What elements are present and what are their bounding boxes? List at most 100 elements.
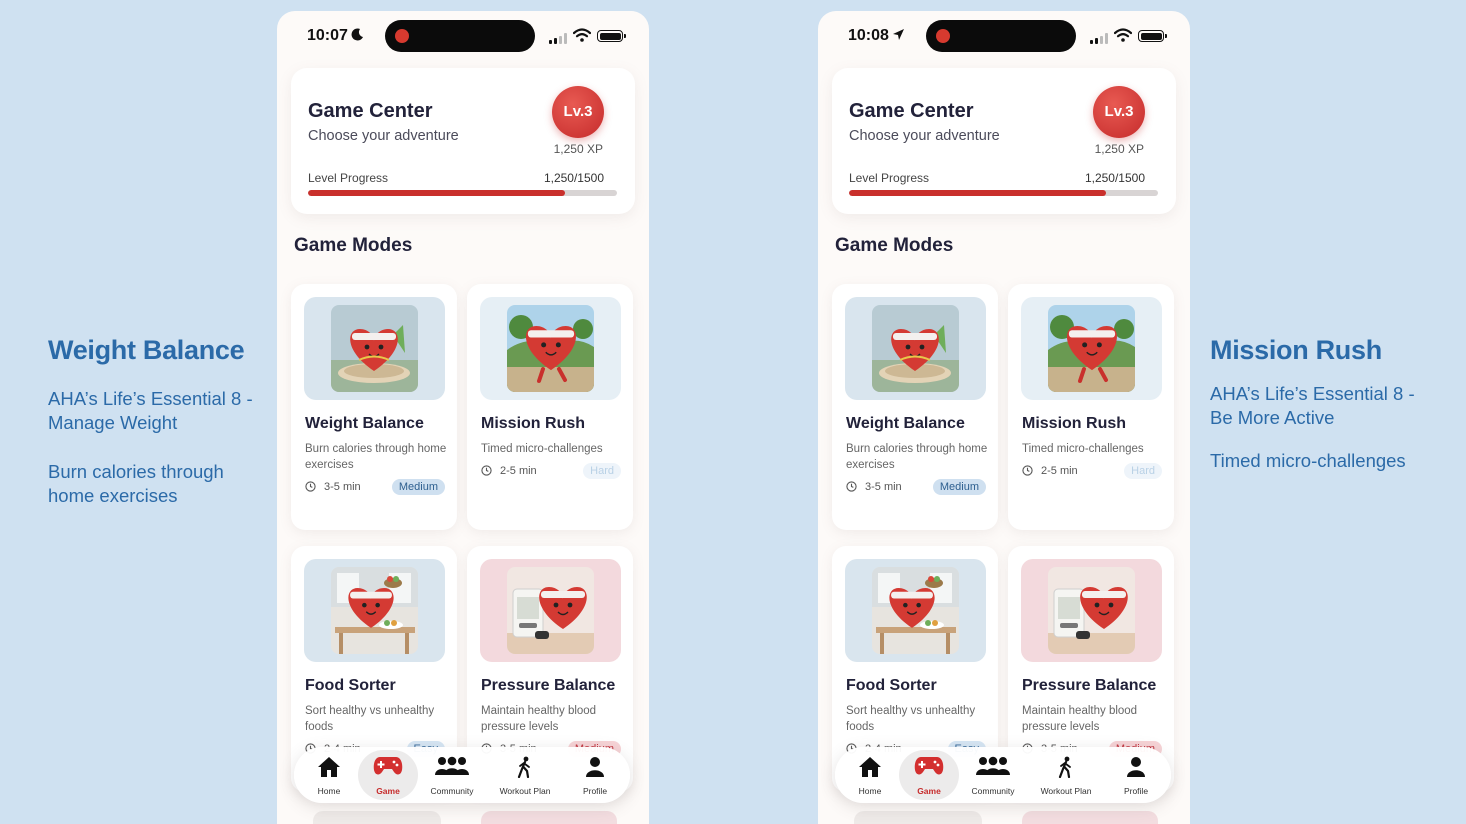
phone-screen-left: 10:07 Game Center Choose your adventure …: [277, 11, 649, 824]
recording-dot-icon: [395, 29, 409, 43]
game-mode-meta: 3-5 min Medium: [846, 479, 986, 497]
nav-community[interactable]: Community: [963, 747, 1023, 803]
level-badge: Lv.3: [552, 86, 604, 138]
game-mode-card[interactable]: Weight Balance Burn calories through hom…: [832, 284, 998, 530]
game-center-subtitle: Choose your adventure: [308, 128, 459, 144]
right-caption-line: AHA’s Life’s Essential 8 -: [1210, 383, 1415, 404]
nav-game-label: Game: [917, 786, 941, 796]
game-mode-name: Pressure Balance: [1022, 677, 1157, 694]
battery-icon: [597, 30, 626, 42]
level-progress-fill: [308, 190, 566, 196]
nav-game[interactable]: Game: [356, 747, 420, 803]
nav-home[interactable]: Home: [845, 747, 895, 803]
nav-home[interactable]: Home: [304, 747, 354, 803]
bottom-nav: Home Game Community Workout Plan Profile: [835, 747, 1171, 803]
game-mode-image: [304, 559, 445, 662]
card-peek: [1022, 811, 1158, 824]
nav-workout-plan[interactable]: Workout Plan: [1031, 747, 1101, 803]
location-arrow-icon: [892, 28, 905, 44]
nav-game[interactable]: Game: [897, 747, 961, 803]
left-caption-line: AHA’s Life’s Essential 8 -: [48, 388, 253, 409]
cellular-signal-icon: [549, 33, 567, 44]
game-center-title: Game Center: [308, 100, 433, 122]
nav-community-label: Community: [430, 786, 474, 796]
status-bar: 10:07: [277, 11, 649, 63]
dynamic-island: [926, 20, 1076, 52]
game-mode-duration: 3-5 min: [865, 481, 902, 493]
card-peek: [313, 811, 441, 824]
walking-person-icon: [1058, 756, 1071, 778]
recording-dot-icon: [936, 29, 950, 43]
right-caption-line: Timed micro-challenges: [1210, 450, 1406, 471]
nav-profile[interactable]: Profile: [570, 747, 620, 803]
clock-icon: [846, 481, 857, 492]
bottom-nav: Home Game Community Workout Plan Profile: [294, 747, 630, 803]
game-mode-image: [304, 297, 445, 400]
level-progress-label: Level Progress: [849, 171, 930, 185]
gamepad-icon: [914, 757, 944, 775]
nav-game-label: Game: [376, 786, 400, 796]
gamepad-icon: [373, 757, 403, 775]
clock-icon: [305, 481, 316, 492]
home-icon: [318, 757, 340, 777]
game-mode-duration: 2-5 min: [1041, 465, 1078, 477]
nav-profile[interactable]: Profile: [1111, 747, 1161, 803]
community-icon: [976, 756, 1010, 775]
community-icon: [435, 756, 469, 775]
nav-home-label: Home: [317, 786, 341, 796]
right-caption-line: Be More Active: [1210, 407, 1335, 428]
game-mode-description: Burn calories through home exercises: [846, 443, 988, 471]
status-bar: 10:08: [818, 11, 1190, 63]
game-mode-image: [845, 297, 986, 400]
level-progress-fill: [849, 190, 1107, 196]
nav-workout-plan-label: Workout Plan: [499, 786, 551, 796]
game-center-subtitle: Choose your adventure: [849, 128, 1000, 144]
level-progress-value: 1,250/1500: [1084, 171, 1145, 185]
game-mode-duration: 2-5 min: [500, 465, 537, 477]
game-mode-image: [480, 559, 621, 662]
game-mode-name: Weight Balance: [846, 415, 965, 432]
nav-profile-label: Profile: [1123, 786, 1149, 796]
heart-mascot-food-icon: [331, 567, 418, 654]
game-mode-duration: 3-5 min: [324, 481, 361, 493]
game-mode-name: Pressure Balance: [481, 677, 616, 694]
game-mode-image: [1021, 297, 1162, 400]
heart-mascot-meditating-icon: [872, 305, 959, 392]
battery-icon: [1138, 30, 1167, 42]
game-mode-image: [480, 297, 621, 400]
game-mode-meta: 2-5 min Hard: [481, 463, 621, 481]
heart-mascot-blood-pressure-icon: [507, 567, 594, 654]
level-progress-bar: [849, 190, 1158, 196]
game-center-card: Game Center Choose your adventure Lv.3 1…: [832, 68, 1176, 214]
level-progress-label: Level Progress: [308, 171, 389, 185]
phone-screen-right: 10:08 Game Center Choose your adventure …: [818, 11, 1190, 824]
game-mode-image: [1021, 559, 1162, 662]
dynamic-island: [385, 20, 535, 52]
game-mode-card[interactable]: Mission Rush Timed micro-challenges 2-5 …: [1008, 284, 1174, 530]
nav-community-label: Community: [971, 786, 1015, 796]
game-mode-meta: 2-5 min Hard: [1022, 463, 1162, 481]
game-mode-name: Mission Rush: [481, 415, 586, 432]
nav-home-label: Home: [858, 786, 882, 796]
level-progress-value: 1,250/1500: [543, 171, 604, 185]
status-time: 10:07: [307, 27, 348, 44]
level-progress-bar: [308, 190, 617, 196]
game-mode-name: Mission Rush: [1022, 415, 1127, 432]
nav-community[interactable]: Community: [422, 747, 482, 803]
walking-person-icon: [517, 756, 530, 778]
heart-mascot-food-icon: [872, 567, 959, 654]
game-mode-card[interactable]: Mission Rush Timed micro-challenges 2-5 …: [467, 284, 633, 530]
nav-workout-plan[interactable]: Workout Plan: [490, 747, 560, 803]
status-time: 10:08: [848, 27, 889, 44]
right-caption-title: Mission Rush: [1210, 335, 1382, 365]
game-mode-name: Food Sorter: [846, 677, 937, 694]
right-caption: Mission Rush AHA’s Life’s Essential 8 - …: [1210, 335, 1415, 473]
game-mode-card[interactable]: Weight Balance Burn calories through hom…: [291, 284, 457, 530]
game-mode-description: Sort healthy vs unhealthy foods: [305, 705, 435, 733]
nav-profile-label: Profile: [582, 786, 608, 796]
game-mode-description: Maintain healthy blood pressure levels: [1022, 705, 1138, 733]
profile-icon: [586, 757, 604, 777]
profile-icon: [1127, 757, 1145, 777]
heart-mascot-blood-pressure-icon: [1048, 567, 1135, 654]
wifi-icon: [1114, 28, 1132, 42]
